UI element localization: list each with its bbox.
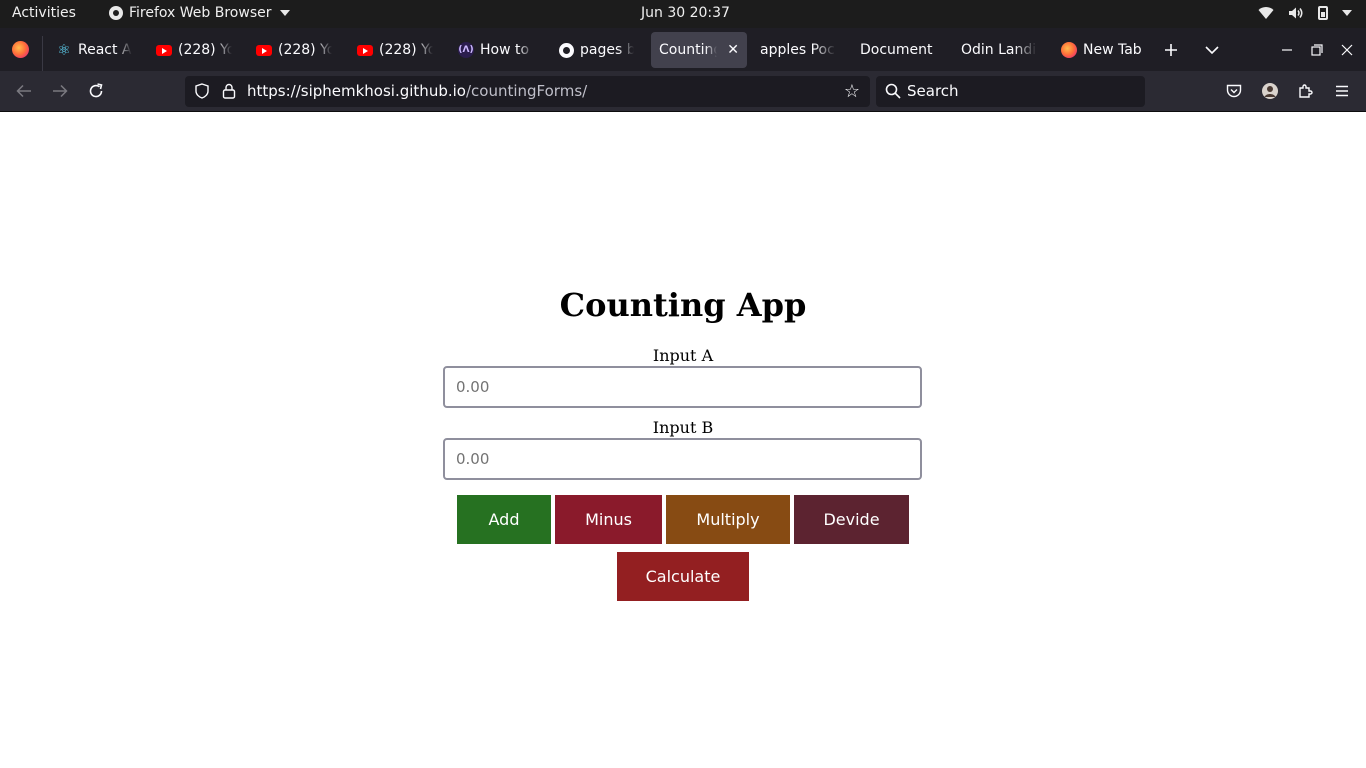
- restore-icon: [1311, 44, 1323, 56]
- tab-separator: [42, 36, 43, 72]
- tab-label: React Ap: [78, 42, 132, 58]
- avatar: [1262, 83, 1278, 99]
- input-b-label: Input B: [652, 418, 714, 437]
- search-bar[interactable]: Search: [876, 76, 1145, 107]
- system-menu-caret-icon: [1342, 10, 1352, 16]
- url-bar[interactable]: https://siphemkhosi.github.io/countingFo…: [185, 76, 870, 107]
- search-icon: [885, 83, 901, 99]
- firefox-view-icon[interactable]: [12, 41, 29, 58]
- tab-label: (228) You: [178, 42, 232, 58]
- search-placeholder: Search: [907, 82, 959, 100]
- navigation-toolbar: https://siphemkhosi.github.io/countingFo…: [0, 71, 1366, 112]
- page-title: Counting App: [559, 286, 807, 324]
- tab-label: How to U: [480, 42, 534, 58]
- input-a-field[interactable]: [443, 366, 922, 408]
- arrow-left-icon: [16, 84, 31, 98]
- tab-label: Counting: [659, 42, 718, 58]
- minimize-icon: [1282, 49, 1292, 51]
- wifi-icon: [1258, 7, 1274, 20]
- firefox-icon: [1061, 42, 1077, 58]
- new-tab-button[interactable]: [1159, 38, 1183, 62]
- clock[interactable]: Jun 30 20:37: [641, 5, 730, 21]
- url-host: https://siphemkhosi.github.io: [247, 82, 466, 100]
- tab-label: (228) You: [379, 42, 433, 58]
- tracking-shield-icon[interactable]: [195, 83, 209, 99]
- calculate-button[interactable]: Calculate: [617, 552, 749, 601]
- tab-label: Odin Landin: [961, 42, 1037, 58]
- tab-label: pages bu: [580, 42, 634, 58]
- multiply-button[interactable]: Multiply: [666, 495, 790, 544]
- chevron-down-icon: [1205, 46, 1219, 55]
- tab-react-app[interactable]: ⚛ React Ap: [48, 32, 140, 68]
- close-icon: [1341, 44, 1353, 56]
- tab-strip: ⚛ React Ap (228) You (228) You (228) You…: [0, 28, 1366, 72]
- tab-youtube-1[interactable]: (228) You: [148, 32, 240, 68]
- system-tray[interactable]: [1258, 6, 1352, 20]
- add-button[interactable]: Add: [457, 495, 551, 544]
- reload-icon: [89, 83, 103, 98]
- youtube-icon: [256, 42, 272, 58]
- activities-button[interactable]: Activities: [12, 5, 76, 21]
- app-menu[interactable]: Firefox Web Browser: [109, 5, 290, 21]
- volume-icon: [1289, 7, 1303, 19]
- firefox-app-icon: [109, 6, 123, 20]
- tab-new-tab[interactable]: New Tab: [1053, 32, 1151, 68]
- tab-label: Document: [860, 42, 933, 58]
- tab-label: New Tab: [1083, 42, 1142, 58]
- page-content: Counting App Input A Input B Add Minus M…: [0, 112, 1366, 768]
- url-text[interactable]: https://siphemkhosi.github.io/countingFo…: [247, 82, 587, 100]
- minimize-button[interactable]: [1275, 38, 1299, 62]
- pocket-button[interactable]: [1222, 79, 1246, 103]
- app-menu-label: Firefox Web Browser: [129, 5, 272, 21]
- system-top-bar: Activities Firefox Web Browser Jun 30 20…: [0, 0, 1366, 28]
- reload-button[interactable]: [84, 79, 108, 103]
- close-tab-icon[interactable]: ✕: [727, 42, 739, 58]
- tab-odin[interactable]: Odin Landin: [953, 32, 1045, 68]
- hamburger-menu-icon: [1336, 85, 1348, 97]
- tab-pages[interactable]: pages bu: [550, 32, 642, 68]
- forward-button[interactable]: [48, 79, 72, 103]
- devto-icon: (Λ): [458, 42, 474, 58]
- tab-youtube-3[interactable]: (228) You: [349, 32, 441, 68]
- plus-icon: [1165, 44, 1177, 56]
- youtube-icon: [156, 42, 172, 58]
- arrow-right-icon: [53, 84, 68, 98]
- back-button[interactable]: [12, 79, 36, 103]
- tab-youtube-2[interactable]: (228) You: [248, 32, 340, 68]
- puzzle-icon: [1299, 84, 1313, 98]
- restore-button[interactable]: [1305, 38, 1329, 62]
- close-window-button[interactable]: [1335, 38, 1359, 62]
- lock-icon[interactable]: [222, 83, 236, 99]
- extensions-button[interactable]: [1294, 79, 1318, 103]
- input-b-field[interactable]: [443, 438, 922, 480]
- divide-button[interactable]: Devide: [794, 495, 909, 544]
- tab-document[interactable]: Document: [852, 32, 944, 68]
- tab-apples[interactable]: apples Pock: [752, 32, 844, 68]
- bookmark-star-icon[interactable]: ☆: [844, 81, 860, 102]
- battery-icon: [1318, 6, 1328, 20]
- react-icon: ⚛: [57, 41, 71, 59]
- caret-down-icon: [279, 10, 290, 16]
- youtube-icon: [357, 42, 373, 58]
- minus-button[interactable]: Minus: [555, 495, 662, 544]
- tab-label: (228) You: [278, 42, 332, 58]
- list-all-tabs-button[interactable]: [1200, 38, 1224, 62]
- github-icon: [558, 42, 574, 58]
- app-menu-button[interactable]: [1330, 79, 1354, 103]
- tab-label: apples Pock: [760, 42, 836, 58]
- account-button[interactable]: [1258, 79, 1282, 103]
- pocket-icon: [1226, 84, 1242, 97]
- url-path: /countingForms/: [465, 82, 588, 100]
- tab-how-to[interactable]: (Λ) How to U: [450, 32, 542, 68]
- tab-counting-active[interactable]: Counting ✕: [651, 32, 747, 68]
- input-a-label: Input A: [652, 346, 714, 365]
